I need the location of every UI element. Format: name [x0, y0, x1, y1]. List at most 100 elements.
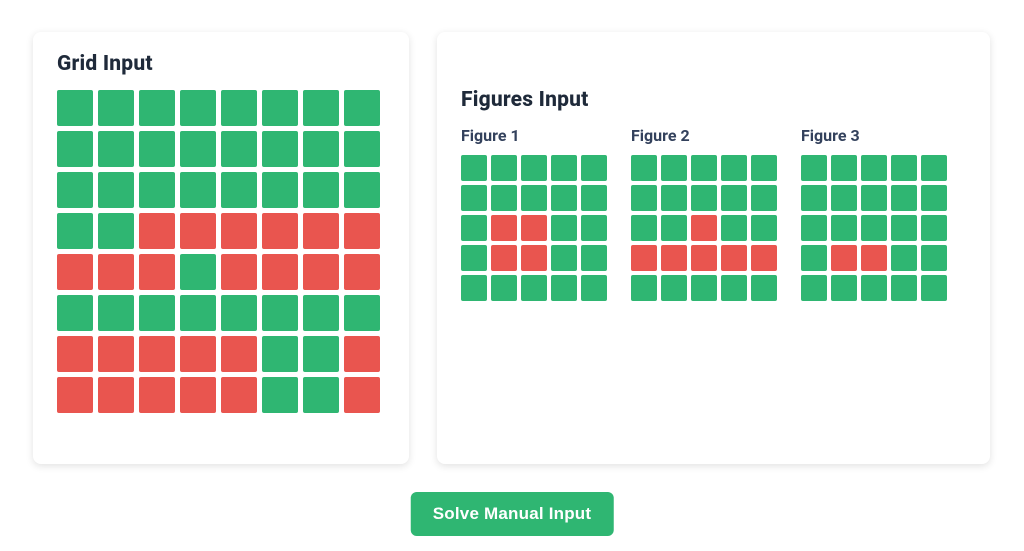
grid-cell[interactable]: [98, 213, 134, 249]
grid-cell[interactable]: [303, 213, 339, 249]
grid-cell[interactable]: [262, 131, 298, 167]
grid-cell[interactable]: [344, 213, 380, 249]
grid-cell[interactable]: [344, 90, 380, 126]
grid-cell[interactable]: [180, 213, 216, 249]
grid-cell[interactable]: [262, 295, 298, 331]
grid-cell[interactable]: [303, 172, 339, 208]
figure-cell[interactable]: [661, 185, 687, 211]
figure-cell[interactable]: [461, 275, 487, 301]
figure-cell[interactable]: [691, 275, 717, 301]
grid-cell[interactable]: [221, 295, 257, 331]
figure-cell[interactable]: [691, 155, 717, 181]
grid-cell[interactable]: [303, 336, 339, 372]
grid-cell[interactable]: [98, 172, 134, 208]
figure-cell[interactable]: [521, 275, 547, 301]
grid-cell[interactable]: [98, 336, 134, 372]
figure-cell[interactable]: [521, 155, 547, 181]
grid-cell[interactable]: [98, 295, 134, 331]
grid-cell[interactable]: [139, 90, 175, 126]
figure-cell[interactable]: [921, 155, 947, 181]
figure-cell[interactable]: [521, 185, 547, 211]
grid-cell[interactable]: [344, 172, 380, 208]
figure-cell[interactable]: [751, 185, 777, 211]
grid-cell[interactable]: [139, 336, 175, 372]
figure-cell[interactable]: [721, 275, 747, 301]
figure-cell[interactable]: [831, 185, 857, 211]
figure-cell[interactable]: [661, 155, 687, 181]
grid-cell[interactable]: [221, 336, 257, 372]
grid-cell[interactable]: [262, 172, 298, 208]
grid-cell[interactable]: [344, 377, 380, 413]
figure-cell[interactable]: [801, 275, 827, 301]
grid-cell[interactable]: [139, 254, 175, 290]
grid-cell[interactable]: [98, 377, 134, 413]
figure-cell[interactable]: [461, 185, 487, 211]
figure-cell[interactable]: [521, 215, 547, 241]
grid-cell[interactable]: [180, 377, 216, 413]
grid-cell[interactable]: [221, 131, 257, 167]
figure-cell[interactable]: [751, 155, 777, 181]
grid-cell[interactable]: [57, 90, 93, 126]
figure-cell[interactable]: [861, 185, 887, 211]
grid-cell[interactable]: [344, 336, 380, 372]
figure-cell[interactable]: [581, 155, 607, 181]
grid-cell[interactable]: [139, 295, 175, 331]
figure-cell[interactable]: [631, 185, 657, 211]
figure-cell[interactable]: [581, 185, 607, 211]
grid-cell[interactable]: [139, 377, 175, 413]
grid-cell[interactable]: [221, 213, 257, 249]
figure-cell[interactable]: [861, 245, 887, 271]
figure-cell[interactable]: [631, 155, 657, 181]
figure-cell[interactable]: [921, 245, 947, 271]
figure-cell[interactable]: [581, 245, 607, 271]
figure-cell[interactable]: [631, 245, 657, 271]
figure-cell[interactable]: [721, 215, 747, 241]
figure-cell[interactable]: [721, 155, 747, 181]
grid-cell[interactable]: [262, 377, 298, 413]
grid-cell[interactable]: [98, 90, 134, 126]
grid-cell[interactable]: [180, 172, 216, 208]
grid-cell[interactable]: [221, 377, 257, 413]
grid-cell[interactable]: [57, 377, 93, 413]
figure-cell[interactable]: [461, 245, 487, 271]
figure-cell[interactable]: [551, 245, 577, 271]
figure-cell[interactable]: [521, 245, 547, 271]
figure-cell[interactable]: [801, 155, 827, 181]
grid-cell[interactable]: [57, 131, 93, 167]
grid-cell[interactable]: [303, 377, 339, 413]
figure-cell[interactable]: [491, 185, 517, 211]
grid-cell[interactable]: [180, 336, 216, 372]
figure-cell[interactable]: [661, 275, 687, 301]
figure-cell[interactable]: [921, 275, 947, 301]
figure-cell[interactable]: [551, 185, 577, 211]
grid-cell[interactable]: [262, 254, 298, 290]
figure-cell[interactable]: [831, 275, 857, 301]
figure-cell[interactable]: [461, 155, 487, 181]
grid-cell[interactable]: [57, 336, 93, 372]
figure-cell[interactable]: [581, 275, 607, 301]
figure-cell[interactable]: [631, 215, 657, 241]
grid-cell[interactable]: [344, 295, 380, 331]
figure-cell[interactable]: [891, 275, 917, 301]
grid-cell[interactable]: [57, 213, 93, 249]
figure-cell[interactable]: [891, 215, 917, 241]
figure-cell[interactable]: [691, 215, 717, 241]
figure-cell[interactable]: [721, 245, 747, 271]
figure-cell[interactable]: [551, 215, 577, 241]
grid-cell[interactable]: [221, 172, 257, 208]
figure-cell[interactable]: [461, 215, 487, 241]
figure-cell[interactable]: [831, 155, 857, 181]
figure-cell[interactable]: [831, 215, 857, 241]
figure-cell[interactable]: [831, 245, 857, 271]
figure-cell[interactable]: [631, 275, 657, 301]
figure-cell[interactable]: [921, 185, 947, 211]
grid-cell[interactable]: [57, 295, 93, 331]
figure-cell[interactable]: [491, 155, 517, 181]
figure-cell[interactable]: [801, 185, 827, 211]
grid-cell[interactable]: [262, 336, 298, 372]
figure-cell[interactable]: [891, 155, 917, 181]
grid-cell[interactable]: [221, 254, 257, 290]
figure-cell[interactable]: [751, 245, 777, 271]
grid-cell[interactable]: [139, 213, 175, 249]
figure-cell[interactable]: [751, 275, 777, 301]
